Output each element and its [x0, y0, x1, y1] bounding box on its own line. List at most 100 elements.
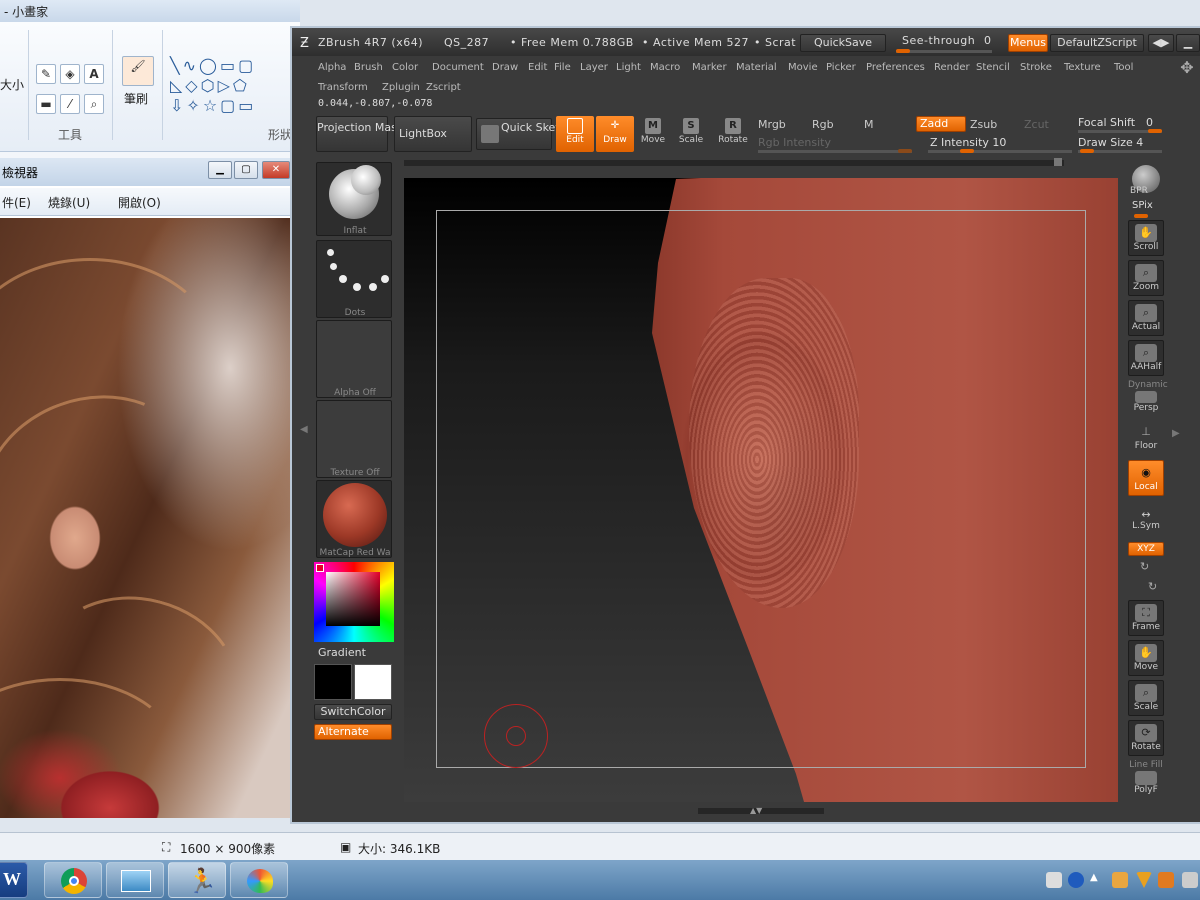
eraser-icon[interactable]: ▬	[36, 94, 56, 114]
menu-document[interactable]: Document	[432, 62, 484, 73]
move-button[interactable]: M Move	[634, 116, 672, 152]
magnifier-icon[interactable]: ⌕	[84, 94, 104, 114]
z-intensity-knob[interactable]	[960, 149, 974, 153]
frame-button[interactable]: ⛶ Frame	[1128, 600, 1164, 636]
paint-app-button[interactable]	[230, 862, 288, 898]
floor-button[interactable]: ⊥ Floor	[1128, 420, 1164, 456]
alternate-button[interactable]: Alternate	[314, 724, 392, 740]
menu-file[interactable]: 件(E)	[2, 194, 31, 211]
rgb-intensity-slider[interactable]	[758, 150, 912, 153]
color-picker-icon[interactable]: ⁄	[60, 94, 80, 114]
right-tray-toggle-icon[interactable]: ▶	[1172, 428, 1180, 439]
default-zscript-button[interactable]: DefaultZScript	[1050, 34, 1144, 52]
lightbox-button[interactable]: LightBox	[394, 116, 472, 152]
menu-tool[interactable]: Tool	[1114, 62, 1133, 73]
size-label[interactable]: 大小	[0, 76, 24, 93]
close-button[interactable]: ✕	[262, 161, 290, 179]
people-tray-icon[interactable]	[1112, 872, 1128, 888]
shapes-gallery[interactable]: ╲∿◯▭▢ ◺◇⬡▷⬠ ⇩✧☆▢▭	[170, 56, 300, 116]
chevron-down-icon[interactable]	[100, 194, 104, 208]
texture-slot[interactable]: Texture Off	[316, 400, 392, 478]
menu-macro[interactable]: Macro	[650, 62, 680, 73]
quicksave-button[interactable]: QuickSave	[800, 34, 886, 52]
scale-button[interactable]: S Scale	[672, 116, 710, 152]
bottom-tray-toggle-icon[interactable]: ▲▼	[750, 806, 770, 816]
switch-color-button[interactable]: SwitchColor	[314, 704, 392, 720]
text-icon[interactable]: A	[84, 64, 104, 84]
spix-knob[interactable]	[1134, 214, 1148, 218]
rotate-y-icon[interactable]: ↻	[1140, 560, 1149, 573]
move-view-button[interactable]: ✋ Move	[1128, 640, 1164, 676]
chevron-up-icon[interactable]: ▲	[1090, 872, 1106, 888]
brush-slot[interactable]: Inflat	[316, 162, 392, 236]
top-scroll-strip[interactable]	[404, 160, 1064, 166]
menu-brush[interactable]: Brush	[354, 62, 383, 73]
aahalf-button[interactable]: ⌕ AAHalf	[1128, 340, 1164, 376]
top-scroll-handle[interactable]	[1054, 158, 1062, 166]
menu-layer[interactable]: Layer	[580, 62, 608, 73]
rgb-button[interactable]: Rgb	[812, 118, 834, 131]
menu-texture[interactable]: Texture	[1064, 62, 1101, 73]
menu-marker[interactable]: Marker	[692, 62, 727, 73]
menu-preferences[interactable]: Preferences	[866, 62, 925, 73]
projection-master-button[interactable]: Projection Master	[316, 116, 412, 152]
minimize-button[interactable]: ▁	[208, 161, 232, 179]
menu-burn[interactable]: 燒錄(U)	[48, 194, 90, 211]
draw-size-label[interactable]: Draw Size 4	[1078, 136, 1143, 149]
zcut-button[interactable]: Zcut	[1024, 118, 1049, 131]
warning-tray-icon[interactable]	[1158, 872, 1174, 888]
left-tray-toggle-icon[interactable]: ◀	[300, 424, 308, 442]
pencil-icon[interactable]: ✎	[36, 64, 56, 84]
menu-file[interactable]: File	[554, 62, 571, 73]
zsub-button[interactable]: Zsub	[970, 118, 997, 131]
lsym-button[interactable]: ↔ L.Sym	[1128, 506, 1164, 536]
menu-stencil[interactable]: Stencil	[976, 62, 1010, 73]
photo-viewer-app-button[interactable]	[106, 862, 164, 898]
spix-label[interactable]: SPix	[1132, 200, 1153, 211]
xyz-button[interactable]: XYZ	[1128, 542, 1164, 556]
menus-button[interactable]: Menus	[1008, 34, 1048, 52]
quick-sketch-button[interactable]: Quick Sketch	[476, 118, 573, 150]
help-tray-icon[interactable]	[1068, 872, 1084, 888]
actual-button[interactable]: ⌕ Actual	[1128, 300, 1164, 336]
brush-icon[interactable]: 🖌	[122, 56, 154, 86]
rgb-intensity-knob[interactable]	[898, 149, 912, 153]
z-intensity-label[interactable]: Z Intensity 10	[930, 136, 1006, 149]
main-color-swatch[interactable]	[314, 664, 352, 700]
zadd-button[interactable]: Zadd	[916, 116, 966, 132]
menu-render[interactable]: Render	[934, 62, 970, 73]
scale-view-button[interactable]: ⌕ Scale	[1128, 680, 1164, 716]
rotate-z-icon[interactable]: ↻	[1148, 580, 1157, 593]
color-square[interactable]	[326, 572, 380, 626]
secondary-color-swatch[interactable]	[354, 664, 392, 700]
alpha-slot[interactable]: Alpha Off	[316, 320, 392, 398]
material-slot[interactable]: MatCap Red Wa	[316, 480, 392, 558]
menu-transform[interactable]: Transform	[318, 82, 368, 93]
menu-stroke[interactable]: Stroke	[1020, 62, 1052, 73]
shield-tray-icon[interactable]	[1136, 872, 1152, 888]
menu-zplugin[interactable]: Zplugin	[382, 82, 420, 93]
polyf-button[interactable]: Line Fill PolyF	[1128, 760, 1164, 796]
see-through-slider[interactable]	[896, 50, 992, 53]
menu-draw[interactable]: Draw	[492, 62, 518, 73]
tray-toggle-icon[interactable]: ◀▶	[1148, 34, 1174, 52]
menu-light[interactable]: Light	[616, 62, 641, 73]
scroll-button[interactable]: ✋ Scroll	[1128, 220, 1164, 256]
mrgb-button[interactable]: Mrgb	[758, 118, 786, 131]
volume-tray-icon[interactable]	[1182, 872, 1198, 888]
m-button[interactable]: M	[864, 118, 874, 131]
chrome-app-button[interactable]	[44, 862, 102, 898]
fill-icon[interactable]: ◈	[60, 64, 80, 84]
menu-alpha[interactable]: Alpha	[318, 62, 346, 73]
brush-label[interactable]: 筆刷	[124, 90, 148, 107]
keyboard-tray-icon[interactable]	[1046, 872, 1062, 888]
maximize-button[interactable]: ▢	[234, 161, 258, 179]
local-button[interactable]: ◉ Local	[1128, 460, 1164, 496]
rotate-view-button[interactable]: ⟳ Rotate	[1128, 720, 1164, 756]
menu-picker[interactable]: Picker	[826, 62, 856, 73]
focal-shift-knob[interactable]	[1148, 129, 1162, 133]
draw-button[interactable]: ✛ Draw	[596, 116, 634, 152]
minimize-window-icon[interactable]: ▁	[1176, 34, 1200, 52]
move-palette-icon[interactable]: ✥	[1176, 58, 1198, 80]
rotate-button[interactable]: R Rotate	[714, 116, 752, 152]
